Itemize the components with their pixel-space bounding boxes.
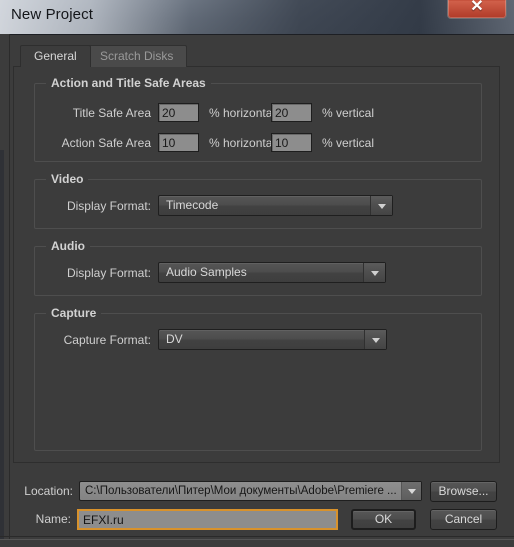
title-safe-area-label: Title Safe Area	[72, 106, 151, 120]
footer-divider	[0, 536, 514, 537]
group-audio: Audio Display Format: Audio Samples	[34, 239, 482, 296]
name-label: Name:	[35, 512, 71, 526]
action-safe-area-horizontal-unit: % horizontal	[209, 136, 276, 150]
capture-format-dropdown-button[interactable]	[364, 330, 386, 349]
tab-scratch-disks[interactable]: Scratch Disks	[86, 45, 188, 67]
close-icon: ✕	[470, 0, 484, 15]
capture-format-value: DV	[166, 332, 183, 346]
action-safe-area-vertical-input[interactable]	[271, 133, 312, 152]
chevron-down-icon	[371, 337, 380, 343]
title-bar[interactable]: New Project ✕	[0, 0, 514, 35]
tab-general[interactable]: General	[20, 45, 91, 67]
group-video: Video Display Format: Timecode	[34, 172, 482, 229]
general-tab-panel: Action and Title Safe Areas Title Safe A…	[13, 66, 500, 463]
video-display-format-label: Display Format:	[66, 199, 151, 213]
video-display-format-dropdown[interactable]: Timecode	[158, 195, 393, 216]
title-safe-area-vertical-unit: % vertical	[322, 106, 375, 120]
capture-format-dropdown[interactable]: DV	[158, 329, 387, 350]
title-safe-area-horizontal-unit: % horizontal	[209, 106, 276, 120]
chevron-down-icon	[377, 203, 386, 209]
new-project-dialog: New Project ✕ General Scratch Disks Acti…	[0, 0, 514, 547]
location-dropdown-button[interactable]	[401, 482, 421, 500]
title-safe-area-vertical-input[interactable]	[271, 103, 312, 122]
audio-display-format-value: Audio Samples	[166, 265, 247, 279]
location-label: Location:	[24, 484, 73, 498]
audio-display-format-label: Display Format:	[66, 266, 151, 280]
location-value: C:\Пользователи\Питер\Мои документы\Adob…	[85, 485, 397, 497]
video-display-format-value: Timecode	[166, 198, 219, 212]
group-capture: Capture Capture Format: DV	[34, 306, 482, 451]
tab-general-label: General	[34, 49, 77, 63]
group-safe-areas-title: Action and Title Safe Areas	[46, 76, 211, 90]
video-display-format-dropdown-button[interactable]	[370, 196, 392, 215]
tab-scratch-disks-label: Scratch Disks	[100, 49, 174, 63]
project-name-input[interactable]	[77, 509, 338, 530]
action-safe-area-horizontal-input[interactable]	[158, 133, 199, 152]
group-capture-title: Capture	[46, 306, 102, 320]
group-safe-areas: Action and Title Safe Areas Title Safe A…	[34, 76, 482, 162]
cancel-button[interactable]: Cancel	[430, 509, 497, 530]
location-dropdown[interactable]: C:\Пользователи\Питер\Мои документы\Adob…	[79, 481, 422, 501]
chevron-down-icon	[370, 270, 379, 276]
chevron-down-icon	[407, 489, 416, 494]
group-audio-title: Audio	[46, 239, 90, 253]
action-safe-area-label: Action Safe Area	[61, 136, 151, 150]
browse-button[interactable]: Browse...	[430, 481, 497, 502]
action-safe-area-vertical-unit: % vertical	[322, 136, 375, 150]
capture-format-label: Capture Format:	[63, 333, 151, 347]
audio-display-format-dropdown-button[interactable]	[363, 263, 385, 282]
group-video-title: Video	[46, 172, 89, 186]
audio-display-format-dropdown[interactable]: Audio Samples	[158, 262, 386, 283]
ok-button[interactable]: OK	[351, 509, 416, 530]
window-title: New Project	[11, 6, 93, 23]
close-button[interactable]: ✕	[447, 0, 507, 19]
title-safe-area-horizontal-input[interactable]	[158, 103, 199, 122]
